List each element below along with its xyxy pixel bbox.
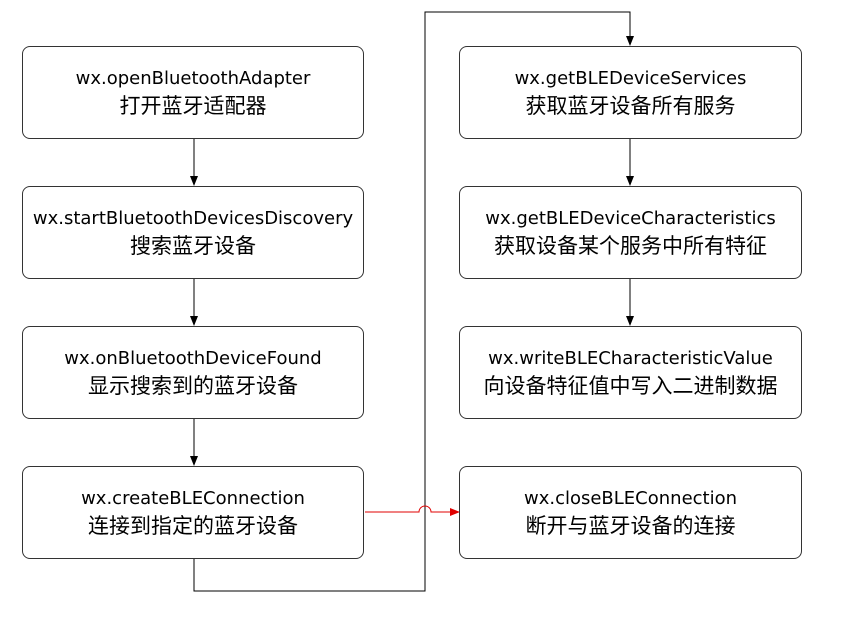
step-desc: 搜索蓝牙设备	[130, 233, 256, 258]
step-start-discovery: wx.startBluetoothDevicesDiscovery 搜索蓝牙设备	[22, 186, 364, 279]
step-desc: 获取蓝牙设备所有服务	[525, 93, 736, 118]
step-api: wx.getBLEDeviceServices	[514, 67, 747, 89]
step-api: wx.createBLEConnection	[81, 487, 305, 509]
step-desc: 连接到指定的蓝牙设备	[88, 513, 298, 538]
step-api: wx.startBluetoothDevicesDiscovery	[32, 207, 354, 229]
step-desc: 显示搜索到的蓝牙设备	[88, 373, 298, 398]
step-api: wx.writeBLECharacteristicValue	[488, 347, 773, 369]
step-api: wx.getBLEDeviceCharacteristics	[485, 207, 776, 229]
step-get-characteristics: wx.getBLEDeviceCharacteristics 获取设备某个服务中…	[459, 186, 802, 279]
arrow-4-8	[365, 505, 460, 516]
step-create-connection: wx.createBLEConnection 连接到指定的蓝牙设备	[22, 466, 364, 559]
step-desc: 打开蓝牙适配器	[119, 93, 267, 118]
step-write-value: wx.writeBLECharacteristicValue 向设备特征值中写入…	[459, 326, 802, 419]
step-open-adapter: wx.openBluetoothAdapter 打开蓝牙适配器	[22, 46, 364, 139]
step-api: wx.closeBLEConnection	[523, 487, 738, 509]
step-desc: 向设备特征值中写入二进制数据	[483, 373, 778, 398]
step-api: wx.openBluetoothAdapter	[75, 67, 311, 89]
step-api: wx.onBluetoothDeviceFound	[64, 347, 322, 369]
step-get-services: wx.getBLEDeviceServices 获取蓝牙设备所有服务	[459, 46, 802, 139]
step-close-connection: wx.closeBLEConnection 断开与蓝牙设备的连接	[459, 466, 802, 559]
step-desc: 获取设备某个服务中所有特征	[494, 233, 767, 258]
flowchart: wx.openBluetoothAdapter 打开蓝牙适配器 wx.start…	[0, 0, 843, 622]
step-device-found: wx.onBluetoothDeviceFound 显示搜索到的蓝牙设备	[22, 326, 364, 419]
step-desc: 断开与蓝牙设备的连接	[525, 513, 736, 538]
